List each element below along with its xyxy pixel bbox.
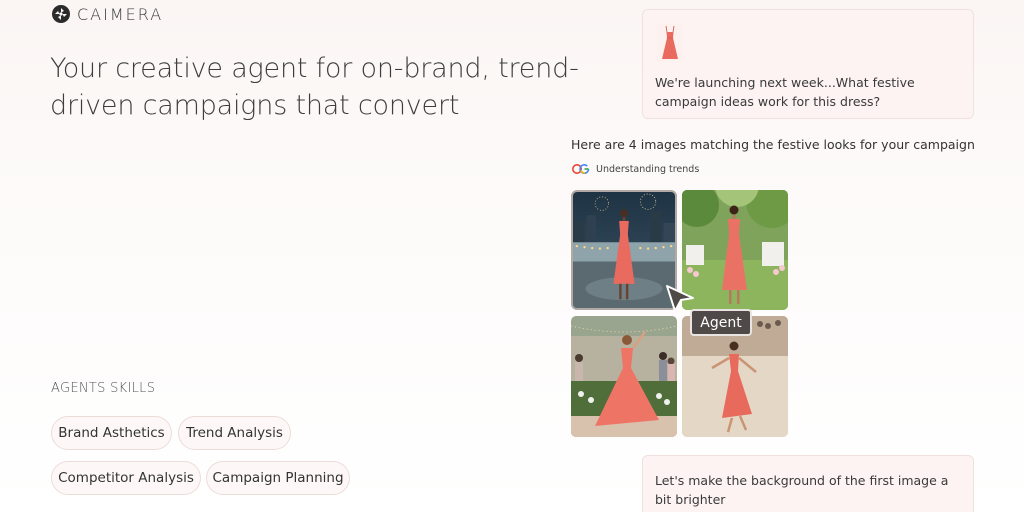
agent-cursor-label: Agent bbox=[690, 309, 752, 336]
user-message-bubble: We're launching next week...What festive… bbox=[642, 9, 974, 119]
skill-chip-competitor-analysis[interactable]: Competitor Analysis bbox=[51, 461, 201, 495]
user-message-bubble-2: Let's make the background of the first i… bbox=[642, 455, 974, 512]
user-message-text: We're launching next week...What festive… bbox=[655, 75, 915, 109]
dress-thumbnail bbox=[657, 24, 683, 62]
aperture-logo-icon bbox=[52, 5, 70, 23]
skill-chip-brand-aesthetics[interactable]: Brand Asthetics bbox=[51, 416, 172, 450]
hero-title: Your creative agent for on-brand, trend-… bbox=[50, 53, 579, 121]
party-dance-photo bbox=[571, 316, 677, 437]
generated-image-2[interactable] bbox=[682, 190, 788, 310]
google-g-icon bbox=[572, 164, 590, 175]
skill-chip-trend-analysis[interactable]: Trend Analysis bbox=[178, 416, 291, 450]
generated-image-3[interactable] bbox=[571, 316, 677, 437]
status-row: Understanding trends bbox=[572, 163, 699, 175]
garden-photo bbox=[682, 190, 788, 310]
status-label: Understanding trends bbox=[596, 163, 700, 175]
brand-name: CAIMERA bbox=[77, 4, 164, 24]
skill-chip-campaign-planning[interactable]: Campaign Planning bbox=[206, 461, 350, 495]
night-fireworks-photo bbox=[573, 192, 675, 308]
agent-response-text: Here are 4 images matching the festive l… bbox=[571, 137, 975, 152]
user-message-text-2: Let's make the background of the first i… bbox=[655, 473, 949, 507]
skills-heading: AGENTS SKILLS bbox=[51, 381, 156, 396]
brand-logo[interactable]: CAIMERA bbox=[51, 4, 163, 24]
generated-image-1[interactable] bbox=[571, 190, 677, 310]
